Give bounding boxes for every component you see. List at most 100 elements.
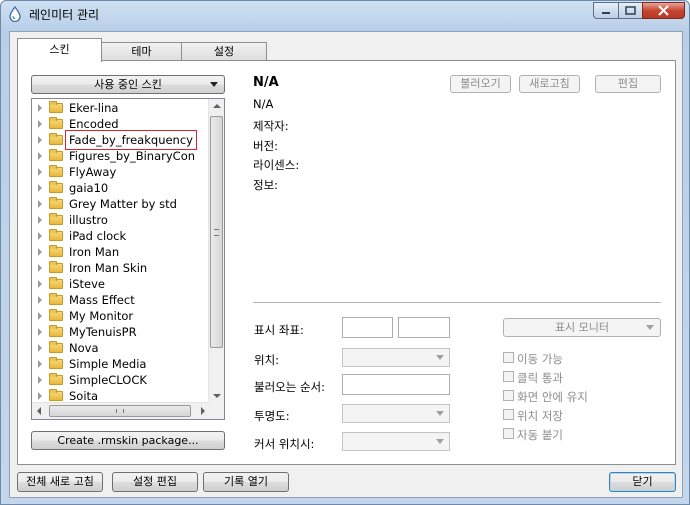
tree-item-label: gaia10	[69, 181, 109, 195]
tree-item-selected[interactable]: Fade_by_freakquency	[32, 130, 208, 150]
info-label: 정보:	[253, 178, 279, 192]
transparency-label: 투명도:	[254, 409, 290, 423]
refresh-all-button[interactable]: 전체 새로 고침	[17, 472, 103, 492]
tree-item[interactable]: Iron Man	[32, 244, 208, 260]
vertical-scroll-thumb[interactable]	[210, 116, 223, 348]
active-skins-label: 사용 중인 스킨	[94, 78, 162, 91]
tree-item[interactable]: Figures_by_BinaryCon	[32, 148, 208, 164]
tab-themes[interactable]: 테마	[101, 42, 182, 61]
folder-icon	[49, 181, 63, 193]
expand-arrow-icon[interactable]	[38, 296, 42, 304]
tree-item-label: FlyAway	[69, 165, 117, 179]
expand-arrow-icon[interactable]	[38, 328, 42, 336]
expand-arrow-icon[interactable]	[38, 216, 42, 224]
scroll-corner	[208, 402, 224, 419]
tree-item-label: MyTenuisPR	[69, 325, 137, 339]
tree-item[interactable]: gaia10	[32, 180, 208, 196]
display-monitor-dropdown[interactable]: 표시 모니터	[503, 318, 661, 337]
expand-arrow-icon[interactable]	[38, 312, 42, 320]
load-order-input[interactable]	[342, 374, 450, 395]
folder-icon	[49, 245, 63, 257]
folder-icon	[49, 325, 63, 337]
expand-arrow-icon[interactable]	[38, 104, 42, 112]
expand-arrow-icon[interactable]	[38, 248, 42, 256]
expand-arrow-icon[interactable]	[38, 392, 42, 400]
tree-item[interactable]: Iron Man Skin	[32, 260, 208, 276]
folder-icon	[49, 389, 63, 401]
expand-arrow-icon[interactable]	[38, 376, 42, 384]
folder-icon	[49, 373, 63, 385]
checkbox-label: 화면 안에 유지	[517, 390, 588, 404]
create-rmskin-button[interactable]: Create .rmskin package...	[31, 431, 225, 450]
expand-arrow-icon[interactable]	[38, 280, 42, 288]
active-skins-dropdown[interactable]: 사용 중인 스킨	[31, 75, 225, 94]
expand-arrow-icon[interactable]	[38, 344, 42, 352]
expand-arrow-icon[interactable]	[38, 232, 42, 240]
scroll-right-icon[interactable]	[201, 407, 205, 415]
tree-item[interactable]: iSteve	[32, 276, 208, 292]
expand-arrow-icon[interactable]	[38, 200, 42, 208]
checkbox-label: 클릭 통과	[517, 371, 563, 385]
horizontal-scroll-thumb[interactable]	[49, 405, 191, 417]
expand-arrow-icon[interactable]	[38, 360, 42, 368]
expand-arrow-icon[interactable]	[38, 136, 42, 144]
edit-settings-button[interactable]: 설정 편집	[112, 472, 198, 492]
scroll-down-icon[interactable]	[213, 394, 221, 398]
checkbox-box[interactable]	[503, 390, 514, 401]
x-coordinate-input[interactable]	[342, 317, 393, 338]
transparency-select[interactable]	[342, 404, 450, 423]
tree-item[interactable]: Mass Effect	[32, 292, 208, 308]
tree-vertical-scrollbar[interactable]	[208, 99, 224, 403]
expand-arrow-icon[interactable]	[38, 184, 42, 192]
tree-item[interactable]: Encoded	[32, 116, 208, 132]
maximize-button[interactable]	[618, 2, 643, 19]
tree-item[interactable]: FlyAway	[32, 164, 208, 180]
tree-item[interactable]: Eker-lina	[32, 100, 208, 116]
tree-item-label: Iron Man Skin	[69, 261, 148, 275]
checkbox-box[interactable]	[503, 428, 514, 439]
checkbox-box[interactable]	[503, 371, 514, 382]
tree-item[interactable]: Simple Media	[32, 356, 208, 372]
tree-horizontal-scrollbar[interactable]	[32, 402, 210, 419]
y-coordinate-input[interactable]	[398, 317, 450, 338]
scroll-left-icon[interactable]	[37, 407, 41, 415]
tree-item[interactable]: My Monitor	[32, 308, 208, 324]
tree-item[interactable]: Nova	[32, 340, 208, 356]
tree-item-label: Nova	[69, 341, 99, 355]
chevron-down-icon	[436, 411, 444, 416]
folder-icon	[49, 149, 63, 161]
expand-arrow-icon[interactable]	[38, 152, 42, 160]
folder-icon	[49, 277, 63, 289]
skin-tree[interactable]: Eker-lina Encoded Fade_by_freakquency Fi…	[31, 98, 225, 420]
tree-item-label: iSteve	[69, 277, 105, 291]
expand-arrow-icon[interactable]	[38, 264, 42, 272]
minimize-button[interactable]	[593, 2, 619, 19]
checkbox-box[interactable]	[503, 409, 514, 420]
tree-item-label: iPad clock	[69, 229, 127, 243]
close-window-button[interactable]	[642, 2, 685, 19]
expand-arrow-icon[interactable]	[38, 120, 42, 128]
load-button[interactable]: 불러오기	[450, 75, 511, 93]
tree-item[interactable]: iPad clock	[32, 228, 208, 244]
tab-settings[interactable]: 설정	[181, 42, 267, 61]
divider	[253, 302, 661, 304]
close-button[interactable]: 닫기	[609, 472, 676, 492]
scroll-up-icon[interactable]	[213, 104, 221, 108]
folder-icon	[49, 165, 63, 177]
open-log-button[interactable]: 기록 열기	[203, 472, 289, 492]
cursor-select[interactable]	[342, 432, 450, 451]
checkbox-label: 자동 붙기	[517, 428, 563, 442]
coords-label: 표시 좌표:	[254, 323, 304, 337]
checkbox-label: 이동 가능	[517, 352, 563, 366]
tab-skins[interactable]: 스킨	[17, 38, 102, 62]
tree-item[interactable]: Grey Matter by std	[32, 196, 208, 212]
expand-arrow-icon[interactable]	[38, 168, 42, 176]
refresh-button[interactable]: 새로고침	[519, 75, 580, 93]
checkbox-box[interactable]	[503, 352, 514, 363]
tree-item[interactable]: illustro	[32, 212, 208, 228]
edit-button[interactable]: 편집	[595, 75, 661, 93]
cursor-label: 커서 위치시:	[254, 437, 315, 451]
position-select[interactable]	[342, 348, 450, 367]
tree-item[interactable]: SimpleCLOCK	[32, 372, 208, 388]
tree-item[interactable]: MyTenuisPR	[32, 324, 208, 340]
